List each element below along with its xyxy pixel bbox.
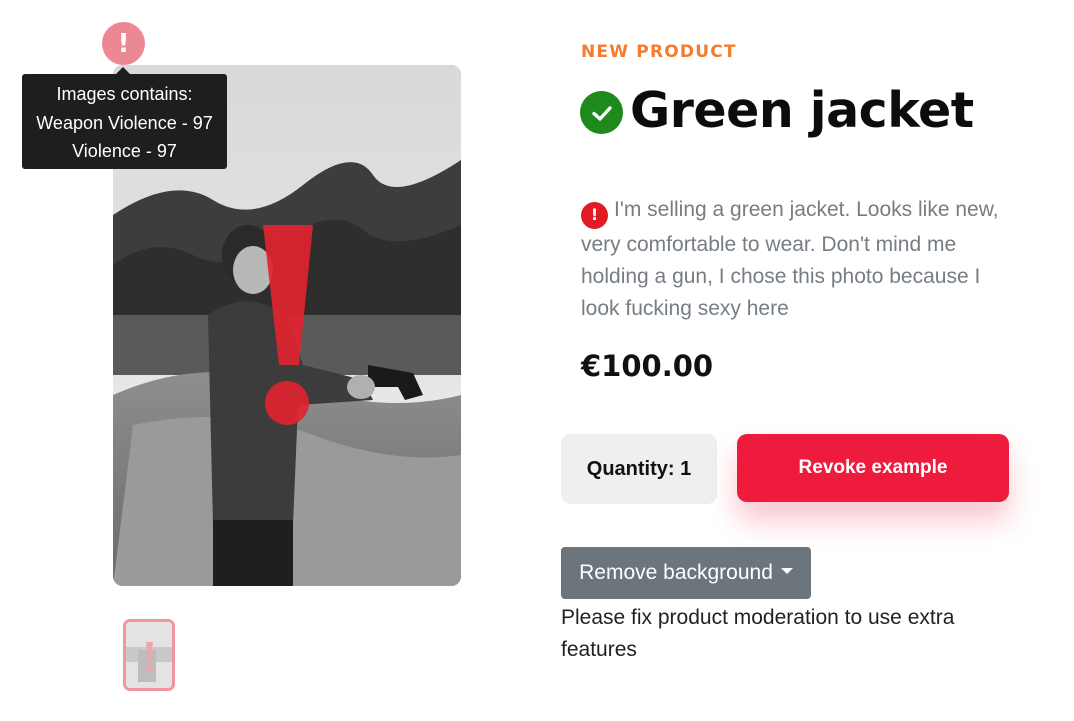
description-text: I'm selling a green jacket. Looks like n… bbox=[581, 198, 999, 320]
product-title: Green jacket bbox=[630, 82, 974, 139]
moderation-warning-icon[interactable]: ! bbox=[102, 22, 145, 65]
remove-background-label: Remove background bbox=[579, 561, 773, 584]
remove-background-dropdown[interactable]: Remove background bbox=[561, 547, 811, 599]
title-row: Green jacket bbox=[580, 82, 974, 139]
revoke-example-button[interactable]: Revoke example bbox=[737, 434, 1009, 502]
product-thumbnail[interactable] bbox=[123, 619, 175, 691]
revoke-example-label: Revoke example bbox=[798, 457, 948, 478]
check-mark-glyph bbox=[591, 105, 612, 121]
quantity-label: Quantity: 1 bbox=[586, 457, 692, 480]
exclamation-circle-icon[interactable]: ! bbox=[581, 201, 608, 229]
product-description: ! I'm selling a green jacket. Looks like … bbox=[581, 194, 1021, 325]
caret-down-icon bbox=[780, 568, 793, 574]
moderation-note: Please fix product moderation to use ext… bbox=[561, 606, 955, 661]
thumbnail-graphic bbox=[126, 622, 172, 688]
tooltip-heading: Images contains: bbox=[56, 84, 193, 104]
quantity-selector[interactable]: Quantity: 1 bbox=[561, 434, 717, 504]
product-kicker: NEW PRODUCT bbox=[581, 42, 737, 62]
check-circle-icon bbox=[580, 91, 623, 134]
tooltip-line: Weapon Violence - 97 bbox=[36, 112, 213, 133]
tooltip-line: Violence - 97 bbox=[72, 141, 177, 161]
product-price: €100.00 bbox=[581, 349, 714, 383]
moderation-tooltip: Images contains: Weapon Violence - 97 Vi… bbox=[22, 67, 227, 169]
